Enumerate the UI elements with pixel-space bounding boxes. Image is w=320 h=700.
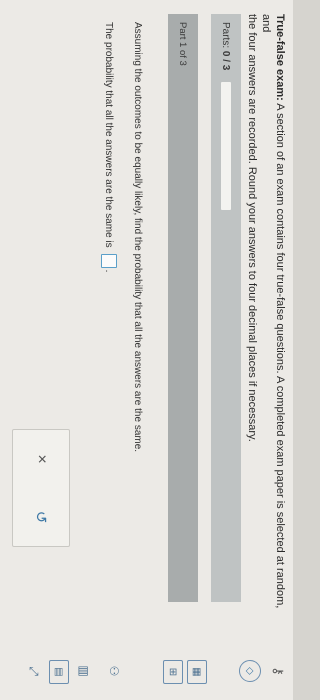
table-icon[interactable]: ▤: [49, 660, 69, 684]
part-header[interactable]: Part 1 of 3: [168, 14, 198, 602]
answer-actions: × ↺: [12, 429, 70, 547]
answer-input[interactable]: [101, 253, 117, 268]
key-icon[interactable]: ⚷: [269, 660, 287, 682]
navigation-icon[interactable]: ◇: [239, 660, 261, 682]
problem-text-line2: the four answers are recorded. Round you…: [246, 14, 258, 442]
problem-title: True-false exam:: [274, 14, 286, 101]
answer-prefix: The probability that all the answers are…: [103, 22, 115, 248]
problem-text-line1: A section of an exam contains four true-…: [260, 14, 286, 609]
parts-count: 0 / 3: [220, 50, 232, 71]
clear-button[interactable]: ×: [26, 444, 56, 474]
expand-icon[interactable]: ⤢: [25, 660, 43, 682]
right-toolbar: ⚷ ◇ ▦ ⊞ ⚇ ▥ ▤ ⤢: [0, 652, 293, 700]
content-area: True-false exam: A section of an exam co…: [0, 14, 287, 624]
undo-icon: ↺: [32, 510, 49, 524]
undo-button[interactable]: ↺: [26, 502, 56, 532]
question-text: Assuming the outcomes to be equally like…: [132, 22, 143, 453]
calculator-icon[interactable]: ▦: [187, 660, 207, 684]
bar-chart-icon[interactable]: ▥: [75, 660, 93, 682]
answer-suffix: .: [103, 269, 115, 273]
answer-row: The probability that all the answers are…: [101, 22, 117, 272]
parts-label: Parts: 0 / 3: [221, 22, 232, 70]
parts-progress-bar: [221, 82, 231, 211]
part-label: Part 1 of 3: [177, 22, 189, 66]
grid-icon[interactable]: ⊞: [163, 660, 183, 684]
people-icon[interactable]: ⚇: [105, 660, 123, 682]
close-icon: ×: [33, 454, 50, 464]
parts-label-prefix: Parts:: [220, 22, 232, 49]
parts-progress-row: Parts: 0 / 3: [211, 14, 241, 602]
problem-statement: True-false exam: A section of an exam co…: [245, 14, 287, 624]
exam-page: True-false exam: A section of an exam co…: [0, 0, 293, 700]
